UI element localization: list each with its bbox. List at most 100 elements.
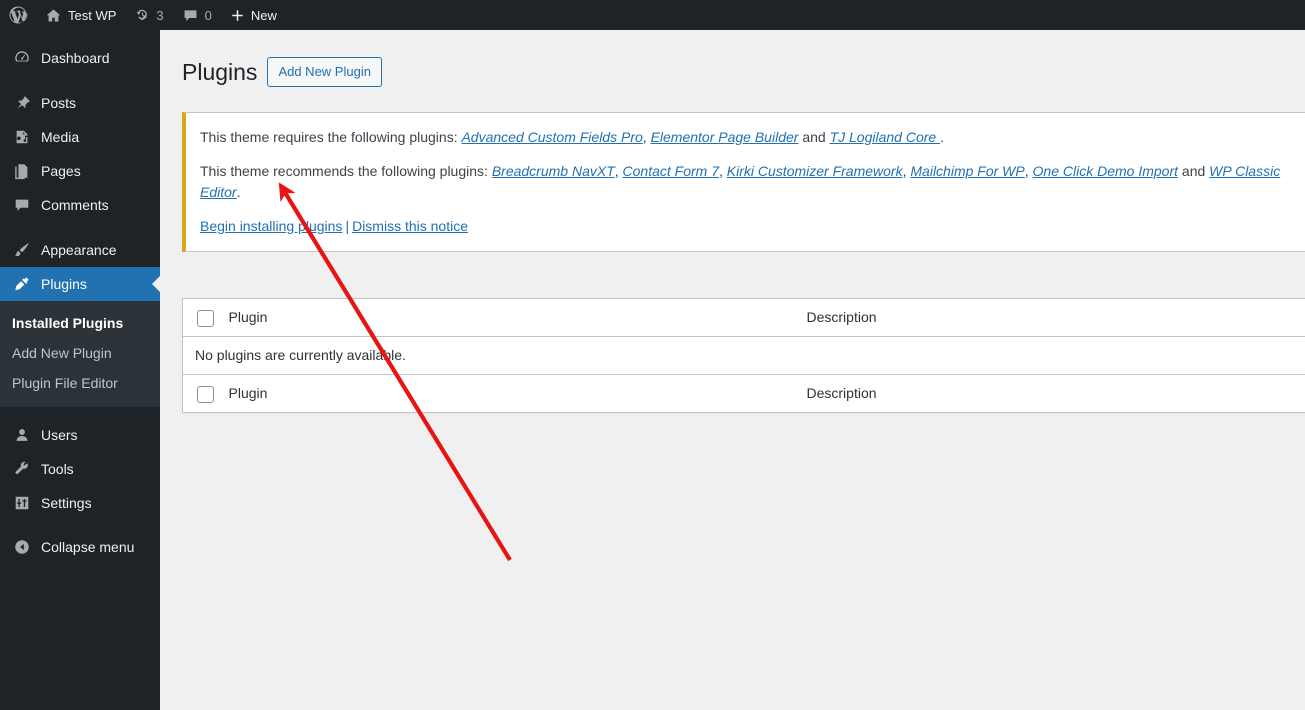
sidebar-label: Comments [41,197,109,213]
wordpress-logo-icon [8,5,28,25]
collapse-menu-label: Collapse menu [41,538,135,555]
period-2: . [236,183,241,200]
sidebar-label: Pages [41,163,81,179]
settings-sliders-icon [12,493,32,513]
media-icon [12,127,32,147]
new-content-button[interactable]: New [221,0,286,30]
pin-icon [12,93,32,113]
tgmpa-plugin-notice: This theme requires the following plugin… [182,111,1305,252]
no-plugins-message: No plugins are currently available. [195,346,406,363]
collapse-arrow-icon [12,537,32,557]
table-foot: Plugin Description [182,374,1305,412]
page-header: Plugins Add New Plugin [182,40,1305,92]
sidebar-label: Dashboard [41,50,110,66]
updates-count: 3 [156,7,164,23]
comments-count: 0 [204,7,212,23]
sidebar-item-installed-plugins[interactable]: Installed Plugins [0,308,160,338]
table-empty-row: No plugins are currently available. [183,336,1305,374]
select-all-checkbox-footer[interactable] [197,385,214,403]
sidebar-label: Settings [41,494,92,511]
admin-sidebar-menu: Dashboard Posts Media Pages Comments App… [0,30,160,710]
select-all-footer[interactable] [183,374,223,412]
sidebar-item-users[interactable]: Users [0,418,160,452]
column-header-description[interactable]: Description [803,298,1305,336]
menu-separator [0,407,160,418]
sidebar-item-tools[interactable]: Tools [0,452,160,486]
sidebar-label: Appearance [41,242,117,258]
required-prefix-text: This theme requires the following plugin… [200,128,458,145]
sidebar-label: Media [41,129,80,145]
wrench-icon [12,459,32,479]
recommended-plugins-line: This theme recommends the following plug… [200,161,1302,203]
plugin-link-mailchimp-for-wp[interactable]: Mailchimp For WP [910,163,1024,179]
table-head: Plugin Description [182,298,1305,337]
plug-icon [12,274,32,294]
table-header-row: Plugin Description [182,298,1305,337]
sidebar-item-plugin-file-editor[interactable]: Plugin File Editor [0,368,160,398]
wordpress-logo-button[interactable] [0,0,36,30]
comma-4: , [902,162,907,179]
recommended-prefix-text: This theme recommends the following plug… [200,162,488,179]
column-footer-description[interactable]: Description [803,374,1305,412]
sidebar-item-add-new-plugin[interactable]: Add New Plugin [0,338,160,368]
sidebar-label: Tools [41,460,74,477]
plugin-link-kirki-customizer-framework[interactable]: Kirki Customizer Framework [727,163,903,179]
paintbrush-icon [12,240,32,260]
period-1: . [940,128,944,145]
comment-bubble-icon [182,7,199,24]
plugin-link-tj-logiland-core[interactable]: TJ Logiland Core [830,129,941,145]
sidebar-item-settings[interactable]: Settings [0,486,160,520]
collapse-menu-button[interactable]: Collapse menu [0,530,160,564]
plugin-link-one-click-demo-import[interactable]: One Click Demo Import [1033,163,1178,179]
conjunction-2: and [1181,162,1206,179]
page-title: Plugins [182,59,258,85]
site-name-label: Test WP [68,7,117,23]
plugin-link-breadcrumb-navxt[interactable]: Breadcrumb NavXT [492,163,615,179]
sidebar-item-dashboard[interactable]: Dashboard [0,41,160,75]
action-separator: | [345,217,350,234]
sidebar-item-media[interactable]: Media [0,120,160,154]
pages-icon [12,161,32,181]
sidebar-label: Plugins [41,276,87,292]
admin-bar: Test WP 3 0 New [0,0,1305,30]
menu-separator [0,222,160,233]
table-footer-row: Plugin Description [182,374,1305,412]
updates-button[interactable]: 3 [125,0,172,30]
required-plugins-line: This theme requires the following plugin… [200,127,1302,148]
menu-top-spacer [0,30,160,41]
updates-icon [134,7,150,23]
main-content-area: Plugins Add New Plugin This theme requir… [160,30,1305,710]
sidebar-item-plugins[interactable]: Plugins [0,267,160,301]
new-content-label: New [250,7,277,23]
comma-1: , [642,128,647,145]
select-all-checkbox[interactable] [197,309,214,327]
plugins-submenu: Installed Plugins Add New Plugin Plugin … [0,301,160,407]
sidebar-label: Users [41,426,78,443]
conjunction-1: and [802,128,826,145]
add-new-plugin-button[interactable]: Add New Plugin [267,57,382,88]
dismiss-notice-link[interactable]: Dismiss this notice [352,218,468,234]
column-footer-plugin[interactable]: Plugin [223,374,803,412]
sidebar-label: Posts [41,95,77,111]
plus-icon [230,8,245,23]
sidebar-item-comments[interactable]: Comments [0,188,160,222]
comments-button[interactable]: 0 [173,0,221,30]
select-all-header[interactable] [183,298,223,336]
plugin-link-advanced-custom-fields-pro[interactable]: Advanced Custom Fields Pro [461,129,642,145]
begin-installing-plugins-link[interactable]: Begin installing plugins [200,218,342,234]
user-icon [12,425,32,445]
plugin-link-contact-form-7[interactable]: Contact Form 7 [623,163,719,179]
notice-actions: Begin installing plugins | Dismiss this no… [200,216,1302,237]
site-name-button[interactable]: Test WP [36,0,125,30]
plugin-link-elementor-page-builder[interactable]: Elementor Page Builder [651,129,799,145]
comment-bubble-icon [12,195,32,215]
sidebar-item-appearance[interactable]: Appearance [0,233,160,267]
table-body: No plugins are currently available. [183,336,1305,374]
comma-5: , [1024,162,1029,179]
home-icon [45,7,62,24]
menu-separator [0,75,160,86]
column-header-plugin[interactable]: Plugin [223,298,803,336]
sidebar-item-posts[interactable]: Posts [0,86,160,120]
comma-3: , [719,162,723,179]
sidebar-item-pages[interactable]: Pages [0,154,160,188]
